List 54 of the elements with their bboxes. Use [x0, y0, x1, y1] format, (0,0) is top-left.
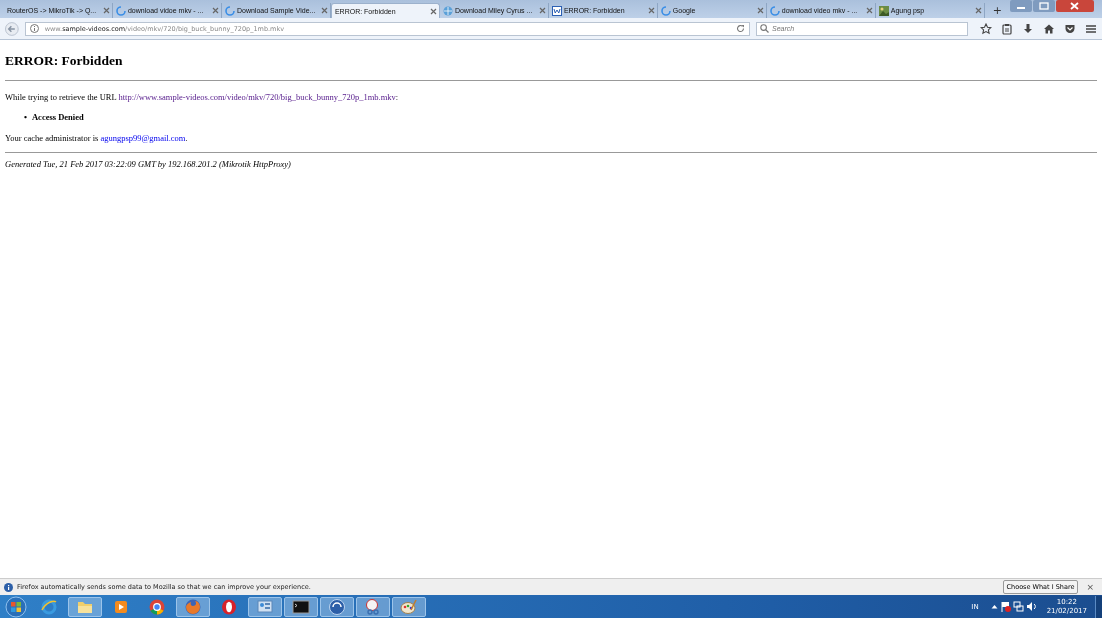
- info-icon: [4, 582, 13, 592]
- close-icon[interactable]: [756, 7, 764, 14]
- pocket-icon[interactable]: [1064, 22, 1076, 35]
- picture-icon: [878, 5, 889, 16]
- loading-spinner-icon: [115, 5, 126, 16]
- loading-spinner-icon: [769, 5, 780, 16]
- close-icon[interactable]: [865, 7, 873, 14]
- chrome-icon: [148, 597, 166, 616]
- globe-icon: [442, 5, 453, 16]
- close-icon[interactable]: [102, 7, 110, 14]
- generated-footer: Generated Tue, 21 Feb 2017 03:22:09 GMT by 192.168.201.2 (Mikrotik HttpProxy): [5, 159, 1097, 169]
- paint-palette-icon: [400, 597, 418, 616]
- terminal-icon: [292, 597, 310, 616]
- search-icon: [760, 24, 769, 33]
- download-icon[interactable]: [1022, 22, 1034, 35]
- admin-message: Your cache administrator is agungpsp99@gmail.com.: [5, 133, 189, 143]
- bookmark-star-icon[interactable]: [980, 22, 992, 35]
- close-icon[interactable]: [211, 7, 219, 14]
- new-tab-button[interactable]: +: [984, 3, 1010, 18]
- taskbar-app-button[interactable]: [284, 596, 318, 617]
- taskbar-app-button[interactable]: [356, 596, 390, 617]
- home-icon[interactable]: [1043, 22, 1055, 35]
- url-link[interactable]: http://www.sample-videos.com/video/mkv/720/big_buck_bunny_720p_1mb.mkv: [118, 92, 396, 102]
- loading-spinner-icon: [660, 5, 671, 16]
- loading-spinner-icon: [224, 5, 235, 16]
- retrieve-message: While trying to retrieve the URL http://www.sample-videos.com/video/mkv/720/big_buck_bunny_720p_1mb.mkv:: [5, 92, 400, 102]
- close-icon[interactable]: [429, 7, 437, 15]
- close-icon[interactable]: [1056, 0, 1094, 12]
- flag-icon[interactable]: [999, 601, 1011, 612]
- close-icon[interactable]: [538, 7, 546, 14]
- control-panel-icon: [256, 597, 274, 616]
- show-hidden-icons-icon[interactable]: [990, 604, 998, 609]
- menu-icon[interactable]: [1085, 22, 1097, 35]
- maximize-icon[interactable]: [1033, 0, 1055, 12]
- volume-icon[interactable]: [1025, 601, 1037, 612]
- firefox-icon: [184, 597, 202, 616]
- close-icon[interactable]: [320, 7, 328, 14]
- network-icon[interactable]: [1012, 601, 1024, 612]
- close-icon[interactable]: [974, 7, 982, 14]
- browser-icon: [40, 597, 58, 616]
- minimize-icon[interactable]: [1010, 0, 1032, 12]
- bullet-mark: •: [24, 112, 27, 122]
- clipboard-icon[interactable]: [1001, 22, 1013, 35]
- close-button[interactable]: ×: [1082, 582, 1098, 592]
- document-icon: [551, 5, 562, 16]
- close-icon[interactable]: [647, 7, 655, 14]
- back-icon[interactable]: [5, 21, 19, 36]
- error-reason: Access Denied: [32, 112, 84, 122]
- info-icon: [29, 24, 39, 33]
- opera-icon: [220, 597, 238, 616]
- show-desktop-button[interactable]: [1095, 595, 1102, 618]
- reload-icon[interactable]: [736, 24, 745, 33]
- start-button[interactable]: [2, 595, 30, 618]
- page-heading: ERROR: Forbidden: [5, 53, 124, 69]
